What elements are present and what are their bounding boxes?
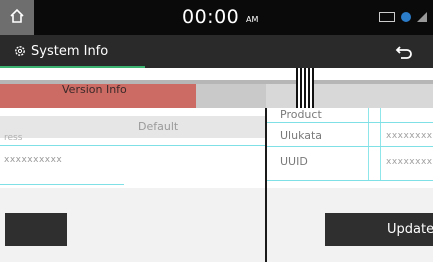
- right-row-value: xxxxxxxxxx: [386, 157, 433, 167]
- back-icon: [395, 46, 412, 59]
- clock-ampm: AM: [246, 15, 259, 24]
- right-col-divider-2: [380, 108, 381, 180]
- right-divider-2: [267, 180, 433, 181]
- default-row[interactable]: [0, 116, 266, 138]
- left-value: xxxxxxxxxx: [4, 155, 63, 165]
- clock-time: 00:00: [182, 6, 240, 28]
- right-row-label: UUID: [280, 155, 308, 168]
- left-divider-1: [0, 145, 265, 146]
- back-button[interactable]: [381, 35, 433, 68]
- home-icon: [10, 8, 24, 23]
- right-row-label: Ulukata: [280, 129, 323, 142]
- update-button-label: Update: [387, 222, 433, 237]
- right-row-value: xxxxxxxxx: [386, 131, 433, 141]
- title-bar: System Info: [0, 35, 433, 68]
- right-col-divider-1: [368, 108, 369, 180]
- status-icons: [379, 12, 427, 22]
- default-label: Default: [138, 120, 179, 133]
- signal-icon: [417, 12, 427, 22]
- right-divider-1: [267, 146, 433, 147]
- gear-icon: [15, 46, 25, 56]
- right-divider-0: [267, 122, 433, 123]
- tab-label-version-info: Version Info: [62, 83, 127, 96]
- bluetooth-icon: [401, 12, 411, 22]
- right-row-label: Product: [280, 108, 322, 121]
- left-divider-2: [0, 184, 124, 185]
- left-action-button[interactable]: [5, 213, 67, 246]
- tab-third[interactable]: [266, 84, 433, 108]
- glitch-lines: [296, 68, 314, 108]
- status-bar: 00:00 AM: [0, 0, 433, 35]
- page-title: System Info: [31, 44, 109, 59]
- update-button[interactable]: Update: [325, 213, 433, 246]
- home-button[interactable]: [0, 0, 34, 35]
- tab-second[interactable]: [196, 84, 266, 108]
- media-icon: [379, 12, 395, 22]
- row-cut-text: ress: [4, 133, 23, 143]
